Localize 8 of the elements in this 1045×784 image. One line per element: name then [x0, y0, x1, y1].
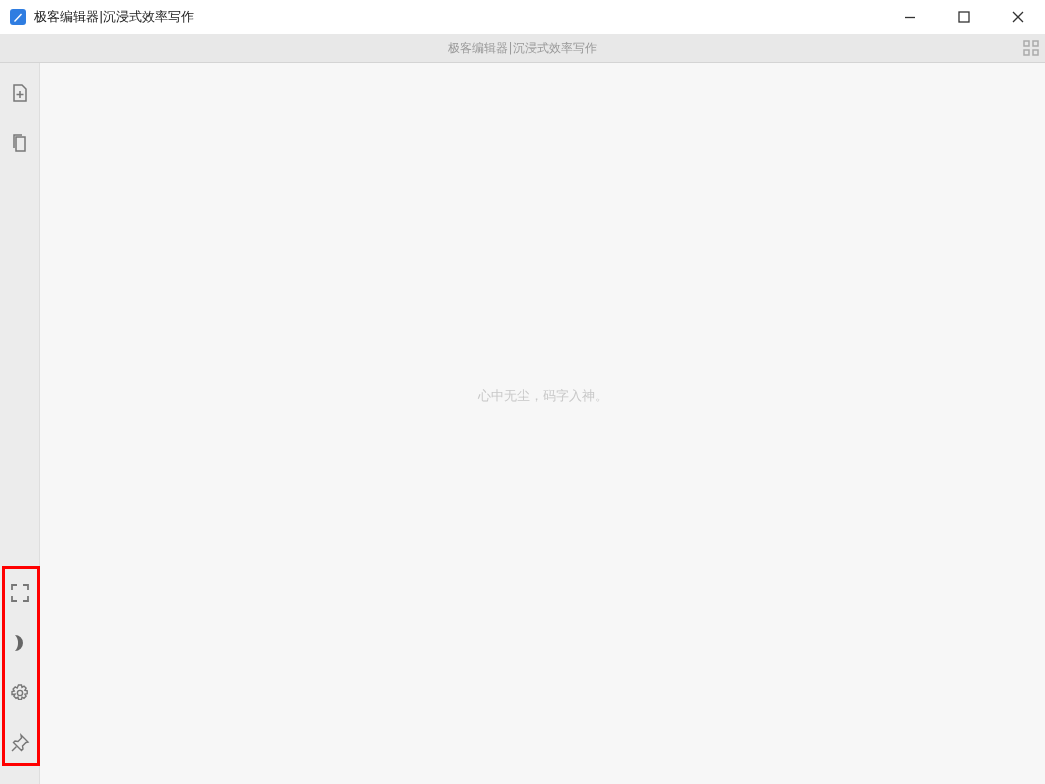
window-title: 极客编辑器|沉浸式效率写作 — [34, 8, 195, 26]
maximize-icon — [958, 11, 970, 23]
fullscreen-icon[interactable] — [9, 583, 30, 603]
app-logo-icon — [10, 9, 26, 25]
settings-icon[interactable] — [9, 683, 30, 703]
close-icon — [1012, 11, 1024, 23]
header-title: 极客编辑器|沉浸式效率写作 — [448, 39, 597, 57]
pin-icon[interactable] — [9, 733, 30, 753]
